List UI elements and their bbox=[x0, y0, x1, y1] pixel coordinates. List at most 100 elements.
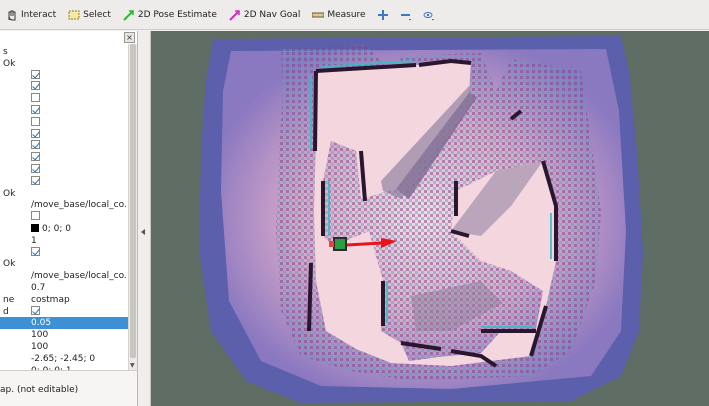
property-row[interactable] bbox=[0, 93, 128, 105]
property-row[interactable] bbox=[0, 105, 128, 117]
property-row[interactable] bbox=[0, 81, 128, 93]
property-value[interactable] bbox=[31, 93, 127, 105]
checkbox-checked[interactable] bbox=[31, 69, 40, 79]
pose-estimate-tool[interactable]: 2D Pose Estimate bbox=[119, 4, 221, 26]
select-tool[interactable]: Select bbox=[64, 4, 115, 26]
checkbox-unchecked[interactable] bbox=[31, 211, 40, 221]
nav-goal-tool[interactable]: 2D Nav Goal bbox=[225, 4, 304, 26]
property-value[interactable] bbox=[31, 246, 127, 259]
property-row[interactable]: Ok bbox=[0, 188, 128, 200]
property-value[interactable] bbox=[31, 116, 127, 129]
property-name: d bbox=[3, 306, 9, 317]
checkbox-checked[interactable] bbox=[31, 140, 40, 150]
property-row[interactable]: Ok bbox=[0, 258, 128, 270]
property-value-text: /move_base/local_co... bbox=[31, 271, 127, 282]
property-row[interactable]: ne costmap bbox=[0, 294, 128, 306]
property-row[interactable] bbox=[0, 246, 128, 259]
checkbox-checked[interactable] bbox=[31, 246, 40, 256]
property-row[interactable]: -2.65; -2.45; 0 bbox=[0, 353, 128, 365]
add-tool-button[interactable] bbox=[374, 4, 395, 26]
property-value[interactable] bbox=[31, 305, 127, 318]
property-row[interactable] bbox=[0, 211, 128, 223]
property-value[interactable]: 1 bbox=[31, 235, 127, 247]
measure-label: Measure bbox=[327, 9, 366, 20]
property-row[interactable] bbox=[0, 140, 128, 152]
checkbox-checked[interactable] bbox=[31, 81, 40, 91]
interact-label: Interact bbox=[21, 9, 57, 20]
property-value[interactable] bbox=[31, 152, 127, 164]
scroll-down-arrow-icon[interactable]: ▼ bbox=[130, 362, 135, 369]
property-row[interactable]: /move_base/local_co... bbox=[0, 270, 128, 282]
property-name: Ok bbox=[3, 188, 16, 199]
remove-tool-button[interactable] bbox=[397, 4, 418, 26]
property-row[interactable] bbox=[0, 164, 128, 176]
collapse-arrow-icon[interactable] bbox=[141, 229, 145, 235]
property-row[interactable]: 1 bbox=[0, 235, 128, 247]
property-row[interactable] bbox=[0, 152, 128, 164]
property-row[interactable]: s bbox=[0, 46, 128, 58]
checkbox-unchecked[interactable] bbox=[31, 116, 40, 126]
description-text: ap. (not editable) bbox=[0, 385, 79, 395]
property-value[interactable] bbox=[31, 140, 127, 152]
property-row[interactable]: 100 bbox=[0, 329, 128, 341]
property-value[interactable] bbox=[31, 69, 127, 82]
property-name: Ok bbox=[3, 259, 16, 270]
property-name: Ok bbox=[3, 58, 16, 69]
property-row[interactable]: 0; 0; 0 bbox=[0, 223, 128, 235]
property-value[interactable] bbox=[31, 105, 127, 117]
measure-tool[interactable]: Measure bbox=[308, 4, 369, 26]
property-row[interactable]: /move_base/local_co... bbox=[0, 199, 128, 211]
property-row[interactable]: d bbox=[0, 305, 128, 318]
property-row[interactable] bbox=[0, 116, 128, 129]
panel-splitter[interactable] bbox=[138, 31, 151, 406]
minus-icon bbox=[400, 9, 412, 21]
property-row[interactable]: 0.7 bbox=[0, 282, 128, 294]
property-value[interactable]: /move_base/local_co... bbox=[31, 270, 127, 282]
interact-tool[interactable]: Interact bbox=[2, 4, 60, 26]
color-swatch-icon[interactable] bbox=[31, 223, 39, 232]
checkbox-checked[interactable] bbox=[31, 164, 40, 173]
checkbox-checked[interactable] bbox=[31, 128, 40, 138]
displays-panel: × s Ok Ok/move_base/local_co... 0; 0; 0 1 Ok /… bbox=[0, 31, 138, 370]
scrollbar-thumb[interactable] bbox=[130, 44, 136, 358]
property-value[interactable]: 0.7 bbox=[31, 282, 127, 294]
property-name: ne bbox=[3, 294, 15, 305]
rviz-window: Interact Select 2D Pose Estimate 2D Nav … bbox=[0, 0, 709, 406]
property-value[interactable]: -2.65; -2.45; 0 bbox=[31, 353, 127, 365]
property-row[interactable]: 100 bbox=[0, 341, 128, 353]
property-value[interactable] bbox=[31, 164, 127, 176]
property-value-text: 100 bbox=[31, 330, 49, 341]
checkbox-checked[interactable] bbox=[31, 105, 40, 114]
checkbox-checked[interactable] bbox=[31, 305, 40, 315]
property-value[interactable] bbox=[31, 81, 127, 93]
property-row[interactable] bbox=[0, 128, 128, 141]
property-value[interactable]: 100 bbox=[31, 329, 127, 341]
ruler-icon bbox=[311, 9, 325, 21]
property-value-text: 0; 0; 0 bbox=[42, 224, 71, 234]
property-value[interactable]: 0; 0; 0 bbox=[31, 223, 127, 235]
checkbox-unchecked[interactable] bbox=[31, 93, 40, 103]
panel-scrollbar[interactable]: ▼ bbox=[128, 44, 137, 370]
property-value[interactable]: 100 bbox=[31, 341, 127, 353]
property-value[interactable] bbox=[31, 128, 127, 141]
camera-view-button[interactable] bbox=[420, 4, 441, 26]
nav-goal-label: 2D Nav Goal bbox=[243, 9, 301, 20]
property-value[interactable] bbox=[31, 211, 127, 223]
property-row[interactable] bbox=[0, 175, 128, 188]
close-panel-button[interactable]: × bbox=[124, 32, 135, 43]
render-viewport[interactable] bbox=[151, 31, 709, 406]
property-value[interactable]: 0.05 bbox=[31, 317, 127, 329]
select-box-icon bbox=[68, 9, 80, 21]
property-row-selected[interactable]: 0.05 bbox=[0, 317, 128, 330]
property-value-text: /move_base/local_co... bbox=[31, 200, 127, 211]
property-value[interactable]: costmap bbox=[31, 294, 127, 306]
magenta-arrow-icon bbox=[229, 9, 241, 21]
property-row[interactable] bbox=[0, 69, 128, 82]
checkbox-checked[interactable] bbox=[31, 152, 40, 162]
property-value[interactable] bbox=[31, 175, 127, 188]
property-row[interactable]: Ok bbox=[0, 58, 128, 70]
property-value[interactable]: /move_base/local_co... bbox=[31, 199, 127, 211]
property-value-text: 1 bbox=[31, 235, 37, 246]
checkbox-checked[interactable] bbox=[31, 175, 40, 185]
select-label: Select bbox=[83, 9, 111, 20]
